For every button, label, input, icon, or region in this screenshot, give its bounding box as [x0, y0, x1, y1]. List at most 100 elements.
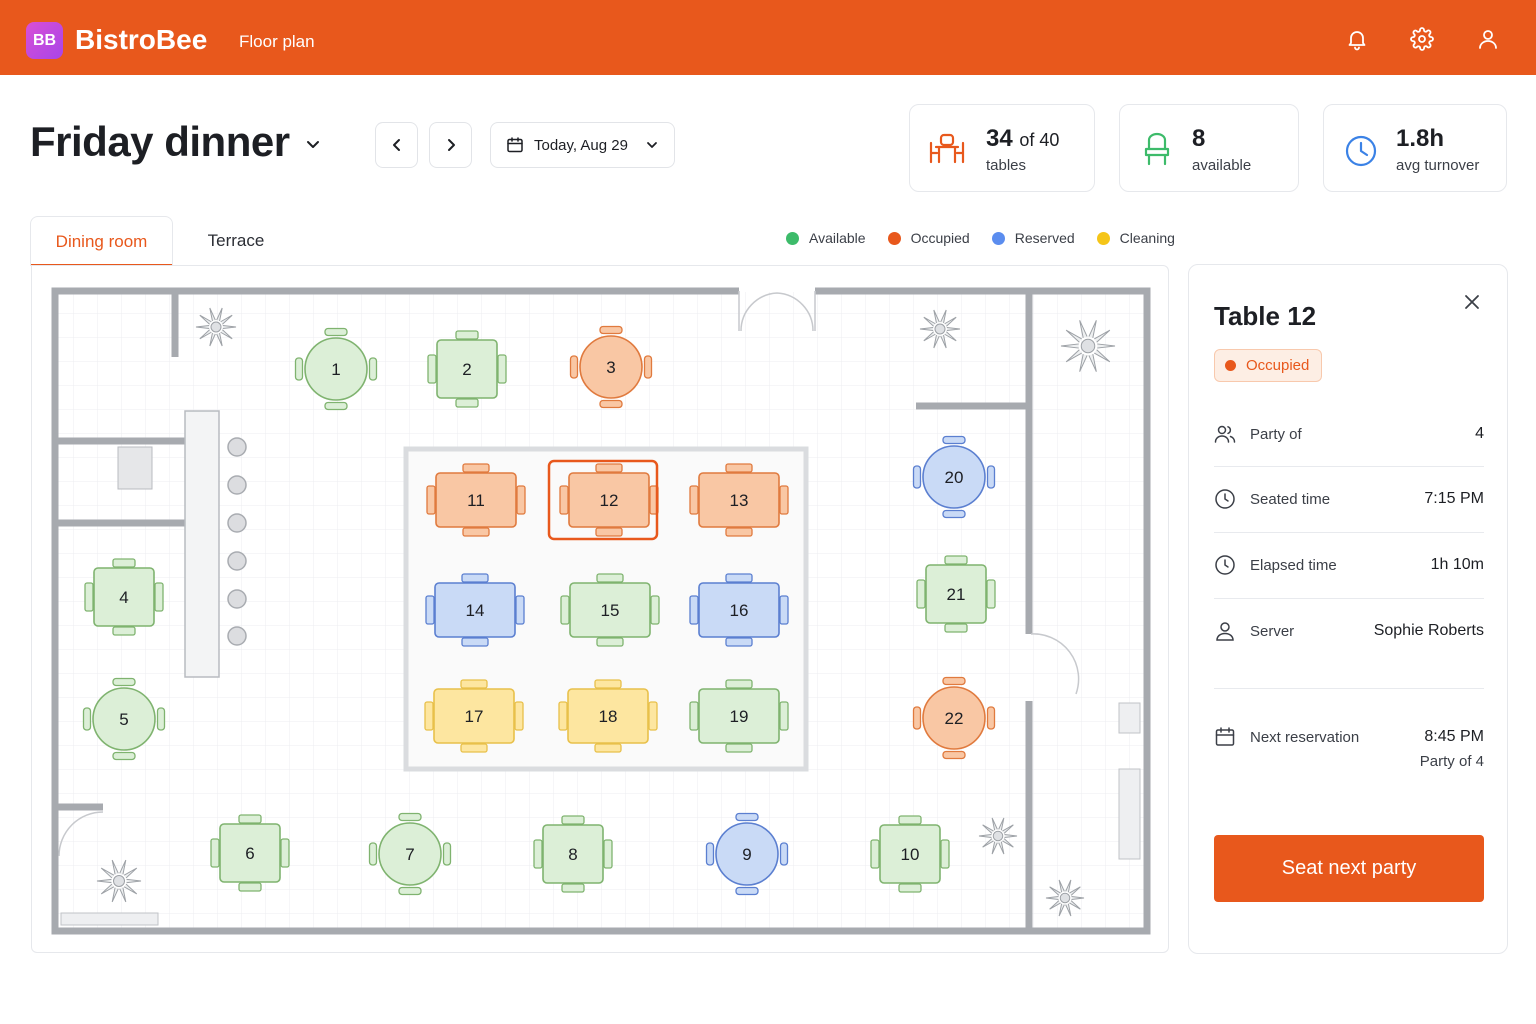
floor-plan-map: 1 2 3456 7 8 9 1011 12 1314 15 1617 18 19202122 [51, 287, 1151, 935]
table-number: 8 [568, 845, 577, 864]
seated-time-row: Seated time 7:15 PM [1214, 488, 1484, 554]
table-number: 6 [245, 844, 254, 863]
table-chairs-icon [929, 133, 965, 164]
tab-terrace[interactable]: Terrace [186, 216, 286, 266]
server-row: Server Sophie Roberts [1214, 620, 1484, 686]
table-17[interactable]: 17 [424, 679, 524, 753]
chevron-right-icon [447, 139, 455, 151]
brand-name: BistroBee [75, 24, 208, 55]
stat-tables-value: 34 of 40 [986, 125, 1060, 152]
table-number: 4 [119, 588, 128, 607]
table-number: 9 [742, 845, 751, 864]
table-number: 16 [730, 601, 749, 620]
clock-icon [1215, 489, 1235, 509]
detail-title: Table 12 [1214, 301, 1317, 331]
table-21[interactable]: 21 [916, 555, 996, 633]
table-19[interactable]: 19 [689, 679, 789, 753]
party-row: Party of 4 [1214, 423, 1484, 489]
chair-icon [1144, 132, 1170, 166]
chevron-down-icon [647, 142, 657, 148]
table-number: 20 [945, 468, 964, 487]
table-number: 17 [465, 707, 484, 726]
stat-card-turnover: 1.8h avg turnover [1323, 104, 1507, 192]
stat-tables-label: tables [986, 157, 1027, 174]
clock-icon [1215, 555, 1235, 575]
table-number: 15 [601, 601, 620, 620]
seat-next-party-button[interactable]: Seat next party [1214, 835, 1484, 902]
status-legend: Available Occupied Reserved Cleaning [786, 230, 1197, 246]
stat-available-label: available [1192, 157, 1252, 174]
table-number: 7 [405, 845, 414, 864]
calendar-icon [507, 137, 523, 153]
tab-dining-room[interactable]: Dining room [30, 216, 173, 267]
app-logo[interactable]: BB [26, 22, 63, 59]
service-station [117, 446, 153, 490]
side-counter [1118, 702, 1141, 734]
table-14[interactable]: 14 [425, 573, 525, 647]
table-number: 5 [119, 710, 128, 729]
stat-card-available: 8 available [1119, 104, 1299, 192]
legend-cleaning: Cleaning [1096, 230, 1175, 246]
table-8[interactable]: 8 [533, 815, 613, 893]
table-number: 10 [901, 845, 920, 864]
entry-step [60, 912, 159, 926]
table-16[interactable]: 16 [689, 573, 789, 647]
floor-plan-panel: 1 2 3 4 5 6 7 8 9 10 11 12 13 14 15 16 17 18 19 20 21 22 [31, 265, 1169, 953]
table-number: 3 [606, 358, 615, 377]
table-number: 14 [466, 601, 485, 620]
table-number: 11 [467, 491, 485, 510]
chevron-down-icon[interactable] [302, 134, 324, 156]
stat-card-tables: 34 of 40 tables [909, 104, 1095, 192]
table-10[interactable]: 10 [870, 815, 950, 893]
stat-turnover-label: avg turnover [1396, 157, 1480, 174]
stat-available-value: 8 [1192, 125, 1206, 152]
section-title: Floor plan [239, 32, 315, 51]
next-day-button[interactable] [429, 122, 472, 168]
table-number: 13 [730, 491, 749, 510]
table-11[interactable]: 11 [426, 463, 526, 537]
table-number: 12 [600, 491, 619, 510]
table-number: 1 [331, 360, 340, 379]
date-picker[interactable]: Today, Aug 29 [490, 122, 675, 168]
table-2[interactable]: 2 [427, 330, 507, 408]
calendar-icon [1215, 727, 1235, 746]
table-number: 22 [945, 709, 964, 728]
table-number: 2 [462, 360, 471, 379]
bell-icon[interactable] [1344, 26, 1370, 52]
table-15[interactable]: 15 [560, 573, 660, 647]
top-bar: BB BistroBee Floor plan [0, 0, 1536, 75]
side-counter [1118, 768, 1141, 860]
bar-stool [227, 513, 247, 533]
bar-stool [227, 626, 247, 646]
gear-icon[interactable] [1409, 26, 1435, 52]
clock-icon [1345, 135, 1377, 167]
table-18[interactable]: 18 [558, 679, 658, 753]
table-4[interactable]: 4 [84, 558, 164, 636]
elapsed-time-row: Elapsed time 1h 10m [1214, 554, 1484, 620]
close-icon[interactable] [1461, 291, 1483, 313]
person-icon [1216, 622, 1234, 641]
bar-stool [227, 437, 247, 457]
bar-stool [227, 589, 247, 609]
bar-stool [227, 551, 247, 571]
next-reservation-row: Next reservation 8:45 PM Party of 4 [1214, 726, 1484, 792]
legend-available: Available [786, 230, 866, 246]
user-icon[interactable] [1475, 26, 1501, 52]
legend-reserved: Reserved [991, 230, 1075, 246]
chevron-left-icon [392, 139, 400, 151]
stat-turnover-value: 1.8h [1396, 125, 1445, 152]
legend-occupied: Occupied [887, 230, 970, 246]
bar-counter [184, 410, 220, 678]
people-icon [1214, 425, 1236, 443]
previous-day-button[interactable] [375, 122, 418, 168]
date-label: Today, Aug 29 [534, 136, 628, 154]
status-badge: Occupied [1214, 349, 1323, 382]
table-number: 18 [599, 707, 618, 726]
table-13[interactable]: 13 [689, 463, 789, 537]
table-detail-panel: Table 12 Occupied Party of 4 Seated time… [1188, 264, 1508, 954]
table-number: 19 [730, 707, 749, 726]
page-title: Friday dinner [30, 118, 290, 165]
bar-stool [227, 475, 247, 495]
table-6[interactable]: 6 [210, 814, 290, 892]
table-number: 21 [947, 585, 966, 604]
